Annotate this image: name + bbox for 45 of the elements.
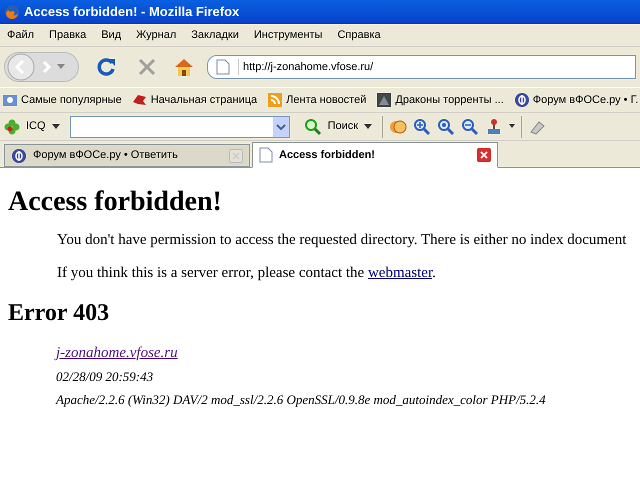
- date-text: 02/28/09 20:59:43: [56, 368, 154, 386]
- menu-item[interactable]: Файл: [7, 26, 34, 44]
- menu-item[interactable]: Правка: [49, 26, 86, 44]
- webmaster-link[interactable]: webmaster: [368, 264, 432, 280]
- server-signature: Apache/2.2.6 (Win32) DAV/2 mod_ssl/2.2.6 OpenSSL/0.9.8e mod_autoindex_color PHP/5.2.4: [56, 391, 546, 409]
- paragraph: You don't have permission to access the requested directory. There is either no index document: [57, 232, 626, 248]
- reload-icon[interactable]: [95, 56, 117, 78]
- bookmark-item[interactable]: Форум вФОСе.ру • Г.: [532, 92, 638, 108]
- paragraph: If you think this is a server error, please contact the webmaster.: [57, 264, 436, 280]
- menu-item[interactable]: Журнал: [136, 26, 176, 44]
- menu-item[interactable]: Вид: [101, 26, 122, 44]
- menu-item[interactable]: Справка: [337, 26, 381, 44]
- browser-tab[interactable]: Форум вФОСе.ру • Ответить: [4, 144, 250, 167]
- dropdown-caret-icon[interactable]: [52, 124, 60, 130]
- dropdown-caret-icon[interactable]: [364, 124, 372, 130]
- error-heading: Error 403: [8, 299, 110, 328]
- bookmark-item[interactable]: Лента новостей: [286, 92, 366, 108]
- zoom-out-icon[interactable]: [461, 118, 480, 136]
- page-icon: [216, 59, 230, 75]
- close-icon[interactable]: [477, 148, 491, 162]
- bookmark-item[interactable]: Драконы торренты ...: [395, 92, 504, 108]
- zoom-in-icon[interactable]: [413, 118, 432, 136]
- address-field[interactable]: http://j-zonahome.vfose.ru/: [207, 55, 636, 79]
- dropdown-caret-icon[interactable]: [509, 124, 516, 129]
- search-button[interactable]: Поиск: [328, 118, 358, 135]
- url-text: http://j-zonahome.vfose.ru/: [238, 58, 374, 76]
- forum-logo-icon: [11, 148, 27, 164]
- zoom-reset-icon[interactable]: [437, 118, 456, 136]
- flower-icon[interactable]: [4, 118, 20, 134]
- bookmark-item[interactable]: Самые популярные: [21, 92, 122, 108]
- forum-logo-icon: [514, 92, 530, 108]
- browser-tab[interactable]: Access forbidden!: [252, 142, 498, 168]
- search-field[interactable]: [70, 116, 290, 138]
- dark-square-icon: [376, 92, 392, 108]
- search-icon[interactable]: [304, 118, 322, 136]
- bookmark-item[interactable]: Начальная страница: [150, 92, 258, 108]
- site-link[interactable]: j-zonahome.vfose.ru: [56, 342, 178, 364]
- menu-item[interactable]: Закладки: [191, 26, 239, 44]
- feed-icon: [267, 92, 284, 108]
- home-icon[interactable]: [173, 56, 195, 78]
- icq-button[interactable]: ICQ: [26, 118, 46, 135]
- page-heading: Access forbidden!: [8, 185, 222, 219]
- window-title: Access forbidden! - Mozilla Firefox: [24, 3, 240, 22]
- page-icon: [259, 147, 273, 163]
- menu-item[interactable]: Инструменты: [254, 26, 322, 44]
